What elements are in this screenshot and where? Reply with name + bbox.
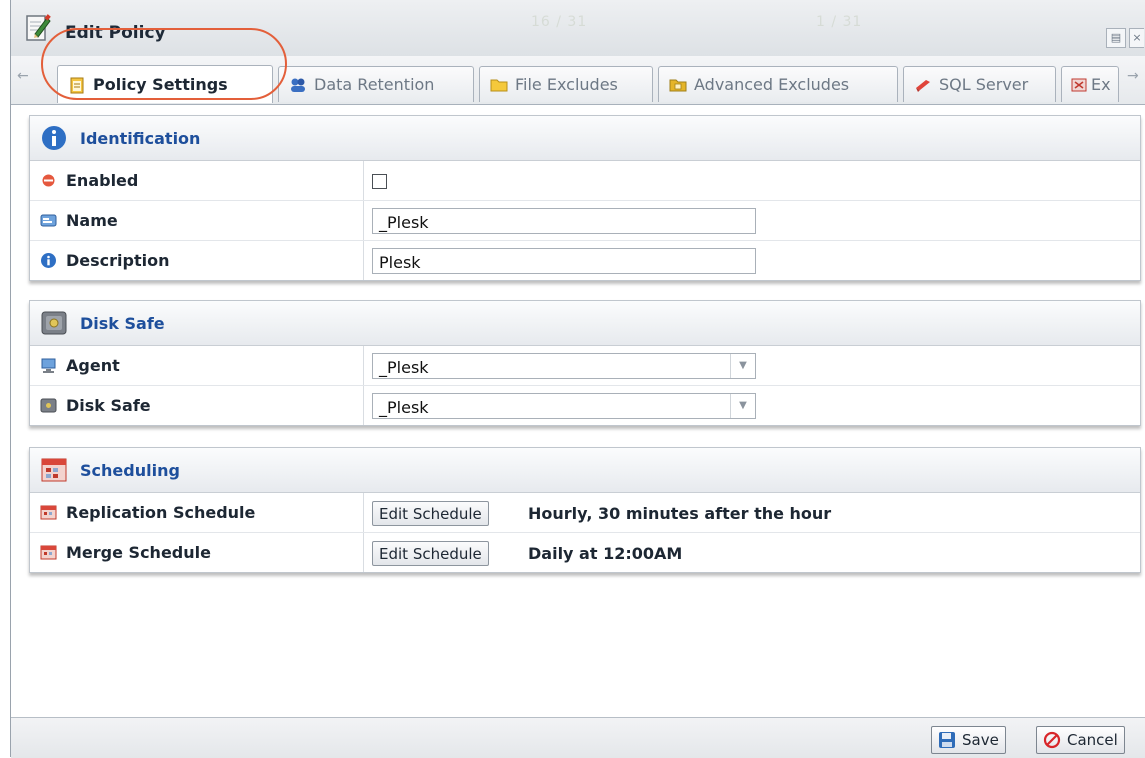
scroll-left-icon[interactable]: ← bbox=[17, 68, 29, 84]
replication-schedule-value: Hourly, 30 minutes after the hour bbox=[528, 504, 832, 523]
disk-safe-select[interactable]: _Plesk ▼ bbox=[372, 393, 756, 419]
tab-sql-server[interactable]: SQL Server bbox=[903, 66, 1056, 102]
disk-safe-panel: Disk Safe Agent _Plesk ▼ Disk Safe _Ples… bbox=[29, 300, 1141, 426]
tab-label: Ex bbox=[1091, 75, 1111, 94]
calendar-icon bbox=[40, 545, 57, 560]
section-title: Scheduling bbox=[80, 461, 180, 480]
tab-file-excludes[interactable]: File Excludes bbox=[479, 66, 653, 102]
safe-icon bbox=[40, 398, 57, 413]
floppy-disk-icon bbox=[939, 732, 955, 748]
replication-schedule-label: Replication Schedule bbox=[66, 503, 256, 522]
scheduling-panel: Scheduling Replication Schedule Edit Sch… bbox=[29, 447, 1141, 573]
dialog-footer: Save Cancel bbox=[11, 717, 1145, 758]
maximize-icon: ▤ bbox=[1110, 31, 1122, 44]
users-icon bbox=[291, 78, 305, 92]
computer-icon bbox=[41, 358, 56, 373]
tab-exchange[interactable]: Ex bbox=[1061, 66, 1119, 102]
chevron-down-icon[interactable]: ▼ bbox=[730, 354, 755, 378]
status-dot-icon bbox=[42, 174, 55, 187]
enabled-label: Enabled bbox=[66, 171, 139, 190]
field-label-cell: Enabled bbox=[30, 161, 364, 200]
scheduling-header: Scheduling bbox=[30, 448, 1140, 493]
background-ghost-counter: 16 / 31 bbox=[531, 14, 588, 30]
folder-icon bbox=[490, 79, 508, 91]
agent-row: Agent _Plesk ▼ bbox=[30, 346, 1140, 386]
agent-label: Agent bbox=[66, 356, 120, 375]
background-ghost-counter: 1 / 31 bbox=[816, 14, 863, 30]
calendar-icon bbox=[40, 505, 57, 520]
save-label: Save bbox=[962, 731, 999, 749]
scroll-right-icon[interactable]: → bbox=[1127, 68, 1139, 84]
folder-advanced-icon bbox=[669, 79, 687, 91]
tab-label: SQL Server bbox=[939, 75, 1029, 94]
tab-label: File Excludes bbox=[515, 75, 618, 94]
enabled-checkbox[interactable] bbox=[372, 174, 387, 189]
cancel-button[interactable]: Cancel bbox=[1036, 726, 1125, 754]
cancel-label: Cancel bbox=[1067, 731, 1118, 749]
edit-replication-schedule-button[interactable]: Edit Schedule bbox=[372, 501, 489, 526]
calendar-icon bbox=[41, 458, 67, 482]
description-input[interactable]: Plesk bbox=[372, 248, 756, 274]
tab-data-retention[interactable]: Data Retention bbox=[278, 66, 474, 102]
save-button[interactable]: Save bbox=[931, 726, 1006, 754]
safe-icon bbox=[41, 311, 67, 335]
field-label-cell: Disk Safe bbox=[30, 386, 364, 425]
field-label-cell: Replication Schedule bbox=[30, 493, 364, 532]
field-label-cell: Merge Schedule bbox=[30, 533, 364, 572]
enabled-row: Enabled bbox=[30, 161, 1140, 201]
agent-selected-value: _Plesk bbox=[379, 358, 429, 377]
disk-safe-row: Disk Safe _Plesk ▼ bbox=[30, 386, 1140, 425]
edit-merge-schedule-button[interactable]: Edit Schedule bbox=[372, 541, 489, 566]
close-button[interactable]: × bbox=[1129, 28, 1144, 48]
edit-policy-icon bbox=[26, 14, 51, 41]
identification-header: Identification bbox=[30, 116, 1140, 161]
tab-label: Data Retention bbox=[314, 75, 435, 94]
info-icon bbox=[42, 126, 66, 150]
close-icon: × bbox=[1132, 31, 1142, 44]
name-card-icon bbox=[40, 214, 57, 227]
name-input[interactable]: _Plesk bbox=[372, 208, 756, 234]
sql-server-icon bbox=[916, 79, 930, 92]
section-title: Disk Safe bbox=[80, 314, 165, 333]
maximize-button[interactable]: ▤ bbox=[1106, 28, 1126, 48]
field-label-cell: Name bbox=[30, 201, 364, 240]
disk-safe-label: Disk Safe bbox=[66, 396, 151, 415]
replication-schedule-row: Replication Schedule Edit Schedule Hourl… bbox=[30, 493, 1140, 533]
policy-settings-content: Identification Enabled Name _Plesk Descr… bbox=[11, 105, 1145, 717]
agent-select[interactable]: _Plesk ▼ bbox=[372, 353, 756, 379]
disk-safe-selected-value: _Plesk bbox=[379, 398, 429, 417]
cancel-icon bbox=[1043, 731, 1061, 749]
edit-policy-dialog: Edit Policy 16 / 31 1 / 31 ▤ × ← Policy … bbox=[10, 0, 1145, 758]
name-label: Name bbox=[66, 211, 118, 230]
tab-label: Advanced Excludes bbox=[694, 75, 850, 94]
exchange-icon bbox=[1071, 78, 1087, 91]
highlight-annotation bbox=[41, 28, 287, 100]
tab-advanced-excludes[interactable]: Advanced Excludes bbox=[658, 66, 898, 102]
identification-panel: Identification Enabled Name _Plesk Descr… bbox=[29, 115, 1141, 281]
description-label: Description bbox=[66, 251, 170, 270]
disk-safe-header: Disk Safe bbox=[30, 301, 1140, 346]
info-icon bbox=[41, 253, 56, 268]
field-label-cell: Description bbox=[30, 241, 364, 280]
merge-schedule-label: Merge Schedule bbox=[66, 543, 211, 562]
merge-schedule-value: Daily at 12:00AM bbox=[528, 544, 683, 563]
chevron-down-icon[interactable]: ▼ bbox=[730, 394, 755, 418]
name-row: Name _Plesk bbox=[30, 201, 1140, 241]
section-title: Identification bbox=[80, 129, 201, 148]
field-label-cell: Agent bbox=[30, 346, 364, 385]
description-row: Description Plesk bbox=[30, 241, 1140, 280]
merge-schedule-row: Merge Schedule Edit Schedule Daily at 12… bbox=[30, 533, 1140, 572]
